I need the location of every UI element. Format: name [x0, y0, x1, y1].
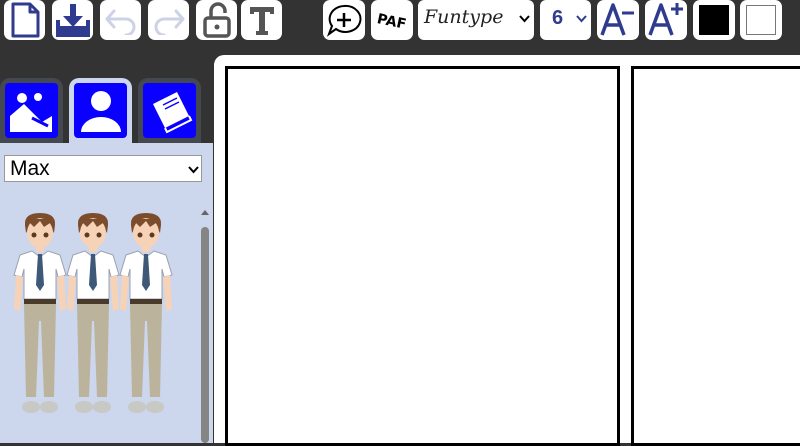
character-select-value: Max	[10, 157, 50, 180]
new-page-button[interactable]	[4, 0, 45, 40]
text-button[interactable]	[241, 0, 282, 40]
chevron-down-icon	[576, 15, 587, 23]
unlock-icon	[202, 2, 231, 38]
undo-icon	[105, 9, 135, 35]
font-select-value: Funtype	[424, 6, 504, 28]
increase-font-button[interactable]	[645, 0, 687, 40]
tab-characters[interactable]	[69, 78, 132, 144]
paf-button[interactable]: PAF	[371, 0, 413, 40]
redo-button[interactable]	[148, 0, 189, 40]
add-speech-bubble-icon	[326, 4, 362, 37]
paf-text: PAF	[376, 11, 408, 33]
font-select[interactable]: Funtype	[418, 0, 534, 40]
font-size-value: 6	[552, 7, 564, 29]
character-select[interactable]: Max	[4, 155, 202, 182]
background-color-button[interactable]	[740, 0, 782, 40]
tab-stories[interactable]	[138, 78, 201, 144]
font-size-select[interactable]: 6	[540, 0, 591, 40]
undo-button[interactable]	[100, 0, 141, 40]
decrease-font-button[interactable]	[597, 0, 639, 40]
comic-panel-1[interactable]	[225, 66, 620, 446]
add-speech-bubble-button[interactable]	[323, 0, 365, 40]
background-color-swatch	[746, 5, 776, 35]
lock-button[interactable]	[196, 0, 237, 40]
fill-color-swatch	[699, 5, 729, 35]
tab-backgrounds[interactable]	[0, 78, 63, 144]
save-button[interactable]	[52, 0, 93, 40]
new-page-icon	[11, 2, 39, 38]
book-icon	[152, 91, 192, 133]
fill-color-button[interactable]	[693, 0, 735, 40]
chevron-down-icon	[188, 166, 199, 174]
svg-text:PAF: PAF	[376, 11, 408, 33]
font-decrease-icon	[600, 3, 634, 36]
character-sprites	[13, 212, 173, 414]
scrollbar-thumb[interactable]	[201, 227, 209, 443]
font-increase-icon	[648, 3, 683, 36]
comic-panel-2[interactable]	[631, 66, 800, 446]
scroll-up-arrow-icon[interactable]	[200, 208, 210, 216]
redo-icon	[154, 9, 184, 35]
person-icon	[80, 90, 121, 132]
download-icon	[55, 4, 90, 37]
sidebar-scrollbar[interactable]	[199, 204, 211, 443]
text-tool-icon	[249, 7, 274, 35]
chevron-down-icon	[519, 15, 530, 23]
landscape-icon	[9, 92, 52, 132]
